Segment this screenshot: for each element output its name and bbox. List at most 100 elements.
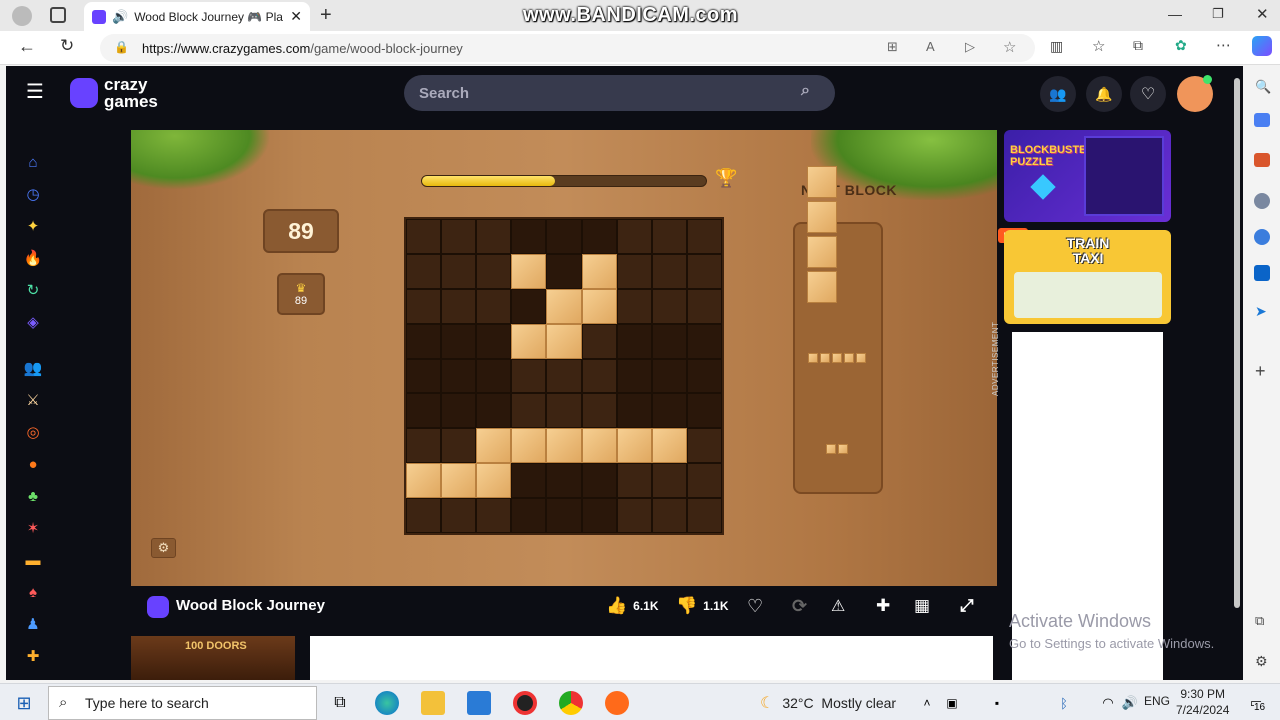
immersive-reader-icon[interactable]: ▷ [965,39,975,55]
empty-board-cell[interactable] [406,428,442,464]
empty-board-cell[interactable] [406,393,442,429]
reload-icon[interactable]: ⟳ [792,596,807,617]
microsoft365-icon[interactable] [1254,229,1270,245]
queued-piece-cell[interactable] [820,353,830,363]
trending-icon[interactable]: 🔥 [23,248,43,268]
queued-piece-cell[interactable] [832,353,842,363]
filled-board-cell[interactable] [616,428,652,464]
edge-taskbar-icon[interactable] [375,691,399,715]
empty-board-cell[interactable] [476,323,512,359]
favorites-icon[interactable]: ☆ [1092,37,1105,55]
empty-board-cell[interactable] [441,323,477,359]
queued-piece-cell[interactable] [856,353,866,363]
report-icon[interactable]: ⚠ [831,596,845,616]
empty-board-cell[interactable] [651,463,687,499]
outlook-icon[interactable] [1254,265,1270,281]
empty-board-cell[interactable] [476,219,512,254]
next-piece-cell[interactable] [807,236,837,268]
bluetooth-icon[interactable]: ᛒ [1052,691,1076,715]
shopping-tag-icon[interactable] [1254,113,1270,127]
favorite-heart-icon[interactable]: ♡ [747,596,763,617]
games-icon[interactable] [1254,193,1270,209]
show-hidden-icons[interactable]: ˄ [915,691,939,715]
empty-board-cell[interactable] [651,219,687,254]
system-clock[interactable]: 9:30 PM 7/24/2024 [1176,686,1229,718]
empty-board-cell[interactable] [511,498,547,533]
puzzle-piece-icon[interactable]: ✚ [876,596,890,616]
empty-board-cell[interactable] [581,498,617,533]
filled-board-cell[interactable] [511,323,547,359]
adventure-icon[interactable]: ◎ [23,422,43,442]
profile-icon[interactable] [12,6,32,26]
filled-board-cell[interactable] [581,253,617,289]
game-board[interactable] [404,217,724,535]
windows-start-icon[interactable]: ⊞ [12,691,36,715]
mail-icon[interactable] [467,691,491,715]
add-sidebar-app-icon[interactable]: + [1255,361,1266,382]
restore-icon[interactable]: ❐ [1212,6,1224,22]
empty-board-cell[interactable] [616,219,652,254]
notifications-button[interactable]: 🔔 [1086,76,1122,112]
empty-board-cell[interactable] [406,498,442,533]
queued-piece-cell[interactable] [808,353,818,363]
empty-board-cell[interactable] [546,253,582,289]
next-piece-cell[interactable] [807,201,837,233]
taskbar-search-input[interactable]: ⌕ Type here to search [48,686,317,720]
task-view-icon[interactable]: ⧉ [328,691,352,715]
empty-board-cell[interactable] [686,288,722,324]
empty-board-cell[interactable] [581,358,617,394]
filled-board-cell[interactable] [546,428,582,464]
tab-actions-icon[interactable] [50,7,66,23]
io-icon[interactable]: ♟ [23,614,43,634]
new-icon[interactable]: ✦ [23,216,43,236]
dislike-button[interactable]: 👎 1.1K [676,596,729,616]
favorites-button[interactable]: ♡ [1130,76,1166,112]
next-piece-cell[interactable] [807,166,837,198]
minimize-icon[interactable]: — [1168,6,1182,22]
volume-icon[interactable]: 🔊 [1118,691,1142,715]
filled-board-cell[interactable] [406,463,442,499]
active-tab[interactable]: 🔊 Wood Block Journey 🎮 Pla ✕ [84,2,310,31]
empty-board-cell[interactable] [581,323,617,359]
game-canvas[interactable]: 🏆 89 ♛ 89 NEXT BLOCK ⚙ [131,130,997,586]
read-aloud-icon[interactable]: A [926,39,935,54]
game-thumbnail-100-doors[interactable]: 100 DOORS [131,636,295,680]
chrome-icon[interactable] [559,691,583,715]
empty-board-cell[interactable] [651,358,687,394]
multiplayer-icon[interactable]: 👥 [23,358,43,378]
empty-board-cell[interactable] [441,498,477,533]
originals-icon[interactable]: ◈ [23,312,43,332]
empty-board-cell[interactable] [581,219,617,254]
soundcloud-icon[interactable] [605,691,629,715]
empty-board-cell[interactable] [651,323,687,359]
empty-board-cell[interactable] [511,463,547,499]
filled-board-cell[interactable] [476,428,512,464]
close-window-icon[interactable]: ✕ [1256,5,1269,23]
hamburger-menu-icon[interactable]: ☰ [26,82,44,102]
filled-board-cell[interactable] [511,428,547,464]
action-icon[interactable]: ⚔ [23,390,43,410]
empty-board-cell[interactable] [616,253,652,289]
empty-board-cell[interactable] [406,323,442,359]
home-icon[interactable]: ⌂ [23,152,43,172]
empty-board-cell[interactable] [616,463,652,499]
casual-icon[interactable]: ♣ [23,486,43,506]
close-tab-icon[interactable]: ✕ [290,8,302,25]
fullscreen-icon[interactable]: ⤢ [960,596,974,616]
hide-sidebar-icon[interactable]: ⧉ [1255,613,1264,629]
empty-board-cell[interactable] [476,358,512,394]
favorite-star-icon[interactable]: ☆ [1003,38,1016,56]
wifi-icon[interactable]: ◠ [1096,691,1120,715]
queued-piece-cell[interactable] [826,444,836,454]
empty-board-cell[interactable] [686,463,722,499]
ad-blockbuster-puzzle[interactable]: BLOCKBUSTER PUZZLE [1004,130,1171,222]
sidebar-search-icon[interactable]: 🔍 [1255,79,1271,95]
queued-piece-cell[interactable] [844,353,854,363]
filled-board-cell[interactable] [511,253,547,289]
empty-board-cell[interactable] [511,219,547,254]
empty-board-cell[interactable] [686,323,722,359]
file-explorer-icon[interactable] [421,691,445,715]
empty-board-cell[interactable] [441,219,477,254]
empty-board-cell[interactable] [686,428,722,464]
send-icon[interactable]: ➤ [1255,303,1267,320]
